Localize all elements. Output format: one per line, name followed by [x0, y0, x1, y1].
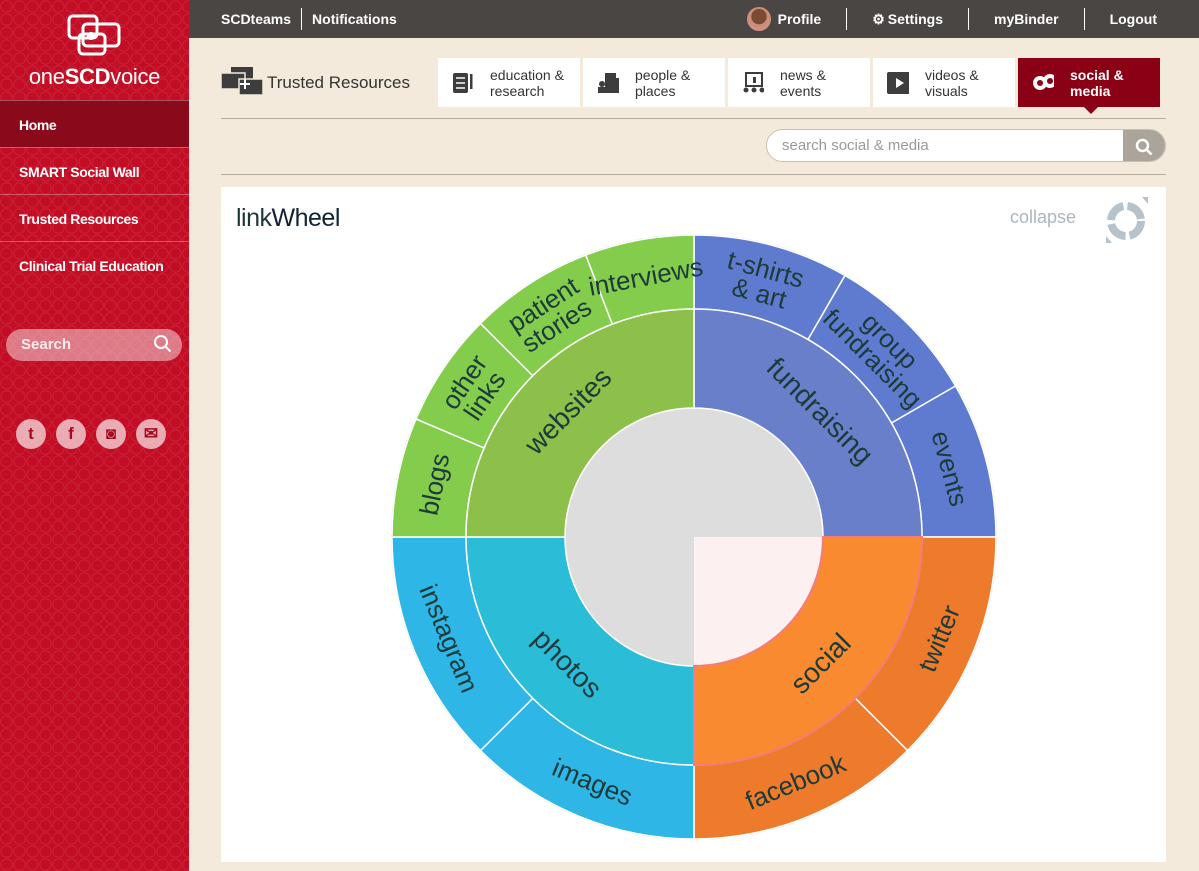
divider: [221, 174, 1166, 175]
divider: [1083, 8, 1085, 30]
email-icon[interactable]: ✉: [136, 419, 166, 449]
divider: [846, 8, 848, 30]
tab-label: social &: [1070, 66, 1124, 83]
profile-link[interactable]: Profile: [778, 11, 822, 27]
search-icon: [1135, 138, 1153, 155]
divider: [968, 8, 969, 30]
tab-label: education &: [490, 66, 564, 83]
chat-bubbles-icon: [1032, 72, 1054, 94]
checklist-icon: [452, 72, 474, 94]
sidebar-item-smart-social-wall[interactable]: SMART Social Wall: [0, 147, 189, 194]
tab-label: places: [635, 82, 676, 99]
search-button[interactable]: [1123, 130, 1165, 161]
presentation-icon: [742, 71, 764, 94]
tab-social-media[interactable]: social & media: [1018, 58, 1160, 114]
logo[interactable]: oneSCDvoice: [0, 0, 189, 100]
tab-label: media: [1070, 82, 1111, 99]
play-icon: [887, 71, 909, 94]
linkwheel-panel: t-shirts& art groupfundraising events twitt…: [221, 187, 1166, 862]
gear-icon: ⚙: [872, 10, 885, 27]
logout-link[interactable]: Logout: [1110, 11, 1157, 27]
collapse-button[interactable]: collapse: [1010, 207, 1076, 228]
sidebar-search-input[interactable]: Search: [6, 329, 182, 361]
mybinder-link[interactable]: myBinder: [994, 11, 1059, 27]
sidebar-item-trusted-resources[interactable]: Trusted Resources: [0, 194, 189, 241]
tab-label: research: [490, 82, 545, 99]
buildings-icon: [597, 72, 619, 94]
notifications-link[interactable]: Notifications: [312, 11, 397, 27]
tab-label: people &: [635, 66, 691, 83]
instagram-icon[interactable]: ◙: [96, 419, 126, 449]
search-placeholder: Search: [21, 336, 72, 353]
tab-news-events[interactable]: news & events: [728, 58, 870, 107]
brand-name: oneSCDvoice: [28, 64, 161, 89]
tab-videos-visuals[interactable]: videos & visuals: [873, 58, 1015, 107]
top-bar: SCDteams Notifications Profile ⚙ Setting…: [189, 0, 1199, 38]
settings-link[interactable]: Settings: [888, 11, 943, 27]
collapse-icon[interactable]: [1102, 195, 1152, 245]
tab-label: videos &: [925, 66, 979, 83]
scdteams-link[interactable]: SCDteams: [221, 11, 291, 27]
link-wheel-chart: t-shirts& artgroupfundraisingeventstwitt…: [391, 234, 997, 840]
tab-label: visuals: [925, 82, 968, 99]
facebook-icon[interactable]: f: [56, 419, 86, 449]
logo-icon: [67, 14, 120, 56]
sidebar-item-home[interactable]: Home: [0, 100, 189, 147]
tab-people-places[interactable]: people & places: [583, 58, 725, 107]
tab-education-research[interactable]: education & research: [438, 58, 580, 107]
twitter-icon[interactable]: t: [16, 419, 46, 449]
tab-label: events: [780, 82, 822, 99]
page-title: Trusted Resources: [267, 73, 410, 92]
search-placeholder: search social & media: [782, 137, 929, 154]
tab-label: news &: [780, 66, 826, 83]
trusted-resources-icon: [221, 67, 263, 96]
divider: [301, 8, 303, 30]
search-icon[interactable]: [153, 334, 173, 354]
avatar[interactable]: [746, 7, 771, 31]
panel-title: linkWheel: [236, 204, 340, 232]
sidebar-item-clinical-trial-education[interactable]: Clinical Trial Education: [0, 241, 189, 288]
social-media-search-input[interactable]: search social & media: [766, 129, 1166, 162]
category-tabs: education & research people & places news …: [438, 58, 1160, 114]
sidebar: oneSCDvoice Home SMART Social Wall Trust…: [0, 0, 189, 871]
divider: [221, 118, 1166, 119]
